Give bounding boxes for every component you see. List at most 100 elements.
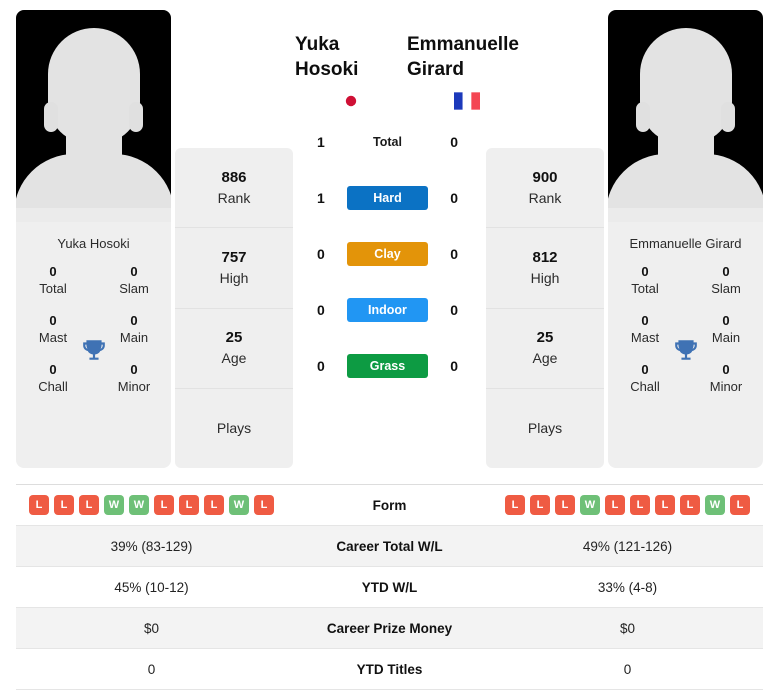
title-label: Total — [631, 281, 659, 296]
title-label: Main — [119, 330, 149, 345]
right-form-cell: LLLWLLLLWL — [492, 485, 763, 526]
title-label: Main — [711, 330, 741, 345]
title-stat-minor: 0 Minor — [111, 361, 157, 396]
form-badge-loss[interactable]: L — [179, 495, 199, 515]
title-value: 0 — [641, 362, 649, 377]
title-value: 0 — [49, 313, 57, 328]
right-value: 33% (4-8) — [597, 579, 658, 595]
titles-row: 0 Total 0 Slam — [608, 263, 763, 298]
form-badge-win[interactable]: W — [129, 495, 149, 515]
h2h-left-score: 1 — [317, 190, 325, 206]
form-badge-win[interactable]: W — [104, 495, 124, 515]
left-value: 39% (83-129) — [110, 538, 193, 554]
title-stat-slam: 0 Slam — [111, 263, 157, 298]
title-stat-mast: 0 Mast — [30, 312, 76, 347]
photo-bottom-fade — [16, 208, 171, 222]
stat-high: 812 High — [486, 228, 604, 309]
left-name-block: Yuka Hosoki — [295, 10, 407, 110]
h2h-row-indoor: 0 Indoor 0 — [295, 282, 480, 338]
comparison-table: LLLWWLLLWL Form LLLWLLLLWL 39% (83-129) … — [16, 484, 763, 690]
avatar-silhouette-icon — [47, 28, 140, 144]
form-badge-win[interactable]: W — [705, 495, 725, 515]
avatar-silhouette-ear-right — [129, 102, 143, 132]
title-label: Slam — [711, 281, 741, 296]
left-value: 0 — [147, 661, 156, 677]
comparison-top-area: Yuka Hosoki 0 Total 0 Slam 0 Mast 0 Main… — [0, 0, 779, 470]
title-stat-chall: 0 Chall — [30, 361, 76, 396]
stat-label: Age — [532, 350, 558, 367]
right-titles-grid: 0 Total 0 Slam 0 Mast 0 Main 0 Chall 0 M… — [608, 261, 763, 468]
title-value: 0 — [130, 264, 138, 279]
form-badge-loss[interactable]: L — [530, 495, 550, 515]
row-label: YTD Titles — [356, 661, 423, 677]
stat-label: Rank — [528, 189, 562, 206]
title-value: 0 — [722, 362, 730, 377]
stat-age: 25 Age — [175, 309, 293, 389]
table-row-form: LLLWWLLLWL Form LLLWLLLLWL — [16, 485, 763, 526]
surface-label-total: Total — [373, 135, 402, 149]
right-player-card[interactable]: Emmanuelle Girard 0 Total 0 Slam 0 Mast — [608, 10, 763, 468]
right-name-block: Emmanuelle Girard — [407, 10, 523, 110]
left-player-photo — [16, 10, 171, 222]
title-label: Mast — [630, 330, 660, 345]
title-value: 0 — [49, 264, 57, 279]
form-badge-loss[interactable]: L — [505, 495, 525, 515]
titles-row: 0 Total 0 Slam — [16, 263, 171, 298]
form-badge-loss[interactable]: L — [154, 495, 174, 515]
form-badge-loss[interactable]: L — [54, 495, 74, 515]
h2h-left-score: 0 — [317, 246, 325, 262]
right-value: 49% (121-126) — [582, 538, 673, 554]
stat-value: 25 — [225, 329, 243, 347]
right-player-photo — [608, 10, 763, 222]
stat-age: 25 Age — [486, 309, 604, 389]
form-badge-loss[interactable]: L — [730, 495, 750, 515]
form-badge-loss[interactable]: L — [680, 495, 700, 515]
form-badge-loss[interactable]: L — [79, 495, 99, 515]
form-badge-loss[interactable]: L — [630, 495, 650, 515]
stat-value: 757 — [221, 248, 247, 266]
h2h-left-score: 1 — [317, 134, 325, 150]
stat-label: Plays — [216, 420, 252, 437]
avatar-silhouette-ear-left — [636, 102, 650, 132]
title-label: Minor — [709, 379, 743, 394]
trophy-icon — [81, 337, 107, 363]
stat-label: High — [530, 269, 560, 286]
h2h-right-score: 0 — [450, 134, 458, 150]
h2h-row-grass: 0 Grass 0 — [295, 338, 480, 394]
right-player-name[interactable]: Emmanuelle Girard — [407, 10, 523, 82]
title-label: Chall — [630, 379, 660, 394]
form-badge-loss[interactable]: L — [254, 495, 274, 515]
left-player-name[interactable]: Yuka Hosoki — [295, 10, 407, 82]
form-badge-win[interactable]: W — [580, 495, 600, 515]
stat-value: 886 — [221, 168, 247, 186]
form-badge-loss[interactable]: L — [605, 495, 625, 515]
title-value: 0 — [130, 362, 138, 377]
stat-label: Plays — [527, 420, 563, 437]
h2h-right-score: 0 — [450, 358, 458, 374]
form-badge-loss[interactable]: L — [555, 495, 575, 515]
left-flag-wrap — [295, 82, 407, 110]
form-badge-loss[interactable]: L — [204, 495, 224, 515]
title-stat-minor: 0 Minor — [703, 361, 749, 396]
title-label: Total — [39, 281, 67, 296]
title-value: 0 — [641, 313, 649, 328]
stat-label: High — [219, 269, 249, 286]
title-label: Slam — [119, 281, 149, 296]
player-comparison-page: Yuka Hosoki 0 Total 0 Slam 0 Mast 0 Main… — [0, 0, 779, 699]
form-badge-win[interactable]: W — [229, 495, 249, 515]
title-stat-main: 0 Main — [703, 312, 749, 347]
left-player-card[interactable]: Yuka Hosoki 0 Total 0 Slam 0 Mast 0 Main… — [16, 10, 171, 468]
title-stat-main: 0 Main — [111, 312, 157, 347]
left-form-cell: LLLWWLLLWL — [16, 485, 287, 526]
table-row-ytd-titles: 0 YTD Titles 0 — [16, 649, 763, 690]
h2h-row-total: 1 Total 0 — [295, 114, 480, 170]
stat-label: Rank — [217, 189, 251, 206]
surface-label-hard: Hard — [346, 186, 429, 210]
form-badge-loss[interactable]: L — [29, 495, 49, 515]
table-row-career-prize-money: $0 Career Prize Money $0 — [16, 607, 763, 649]
h2h-row-hard: 1 Hard 0 — [295, 170, 480, 226]
form-badge-loss[interactable]: L — [655, 495, 675, 515]
stat-plays: Plays — [175, 389, 293, 468]
h2h-right-score: 0 — [450, 190, 458, 206]
photo-bottom-fade — [608, 208, 763, 222]
